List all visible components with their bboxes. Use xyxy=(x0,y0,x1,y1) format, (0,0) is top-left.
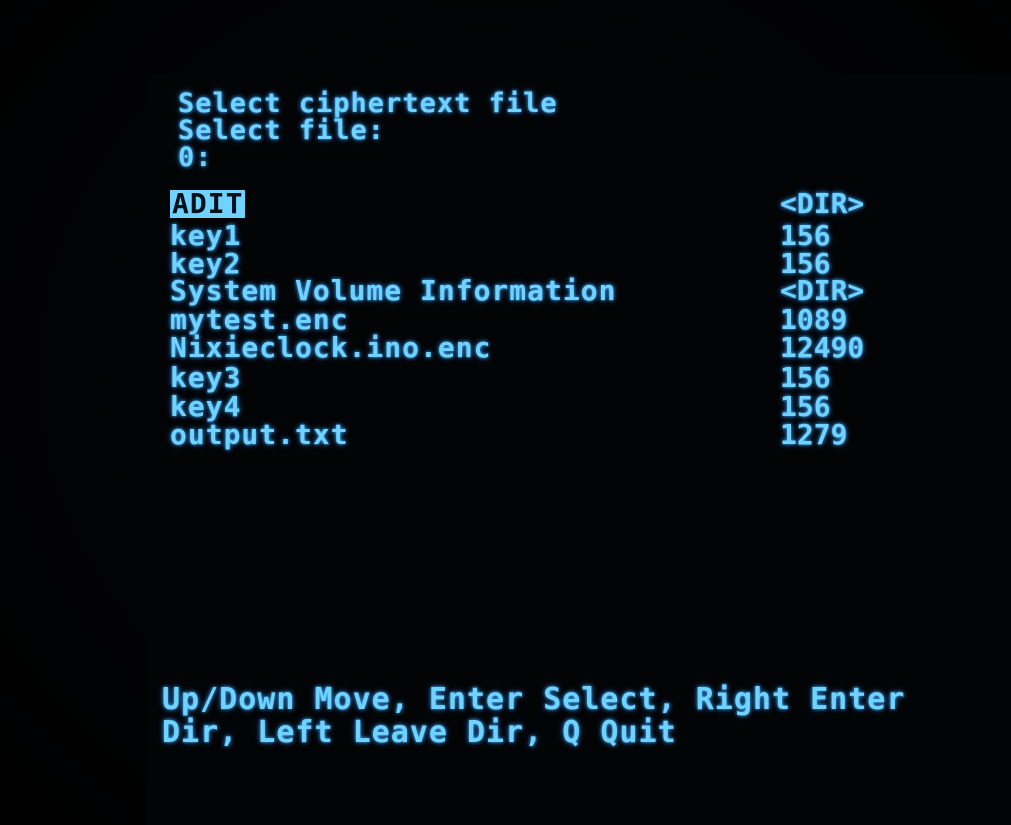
file-name: ADIT xyxy=(170,187,246,220)
file-name: key4 xyxy=(170,390,242,423)
select-file-prompt: Select file: xyxy=(178,115,386,146)
file-name: mytest.enc xyxy=(170,303,349,336)
file-name: key3 xyxy=(170,361,242,394)
file-size: 1279 xyxy=(780,418,848,451)
help-line-1: Up/Down Move, Enter Select, Right Enter xyxy=(162,682,906,717)
file-list-item[interactable]: ADIT <DIR> xyxy=(170,190,890,220)
file-size: <DIR> xyxy=(780,274,865,307)
file-size: <DIR> xyxy=(780,187,865,220)
file-size: 12490 xyxy=(780,331,865,364)
file-size: 1089 xyxy=(780,303,848,336)
crt-screen: Select ciphertext file Select file: 0: A… xyxy=(0,0,1011,825)
help-line-2: Dir, Left Leave Dir, Q Quit xyxy=(162,715,677,750)
file-name: System Volume Information xyxy=(170,274,617,307)
page-title: Select ciphertext file xyxy=(178,88,558,119)
file-size: 156 xyxy=(780,361,831,394)
file-list-item[interactable]: Nixieclock.ino.enc 12490 xyxy=(170,334,890,364)
file-list-item[interactable]: output.txt 1279 xyxy=(170,421,890,451)
file-name: output.txt xyxy=(170,418,349,451)
file-name: Nixieclock.ino.enc xyxy=(170,331,492,364)
file-size: 156 xyxy=(780,219,831,252)
file-name: key1 xyxy=(170,219,242,252)
file-size: 156 xyxy=(780,390,831,423)
current-path: 0: xyxy=(178,142,213,173)
